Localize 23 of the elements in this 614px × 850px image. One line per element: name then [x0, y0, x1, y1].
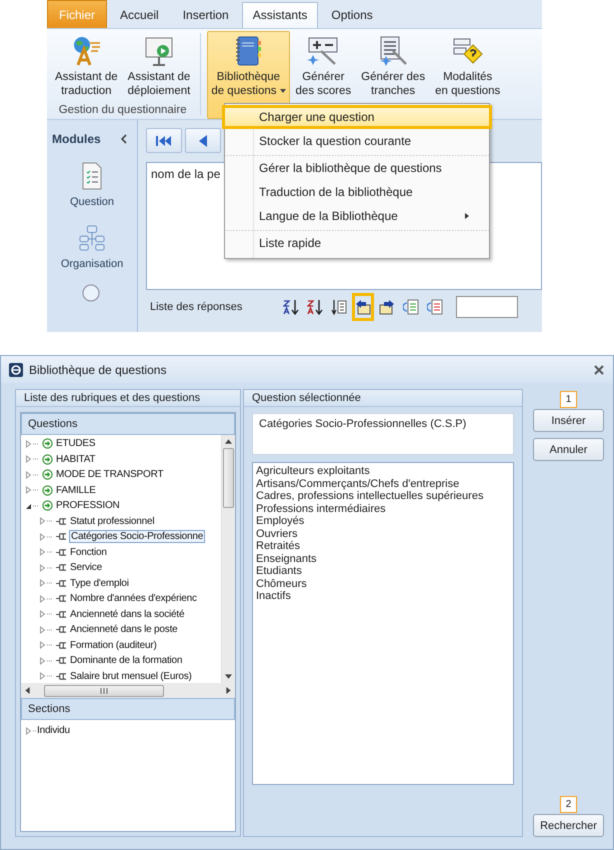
answer-item: Agriculteurs exploitants [256, 465, 371, 478]
callout-number: 2 [560, 796, 577, 813]
question-text: nom de la pe [151, 167, 220, 181]
modules-title: Modules [52, 132, 101, 146]
answers-list-label: Liste des réponses [149, 301, 244, 313]
question-title: Catégories Socio-Professionnelles (C.S.P) [259, 418, 466, 430]
answer-item: Retraités [256, 540, 302, 552]
answer-item: Chômeurs [256, 578, 308, 590]
group-label: Gestion du questionnaire [58, 104, 188, 118]
answer-item: Artisans/Commerçants/Chefs d'entreprise [256, 478, 460, 490]
section-header: Sections [21, 698, 235, 720]
answer-item: Enseignants [256, 552, 318, 565]
answer-item: Ouvriers [256, 528, 299, 540]
dialog-title: Bibliothèque de questions [29, 362, 168, 376]
callout-number: 1 [560, 391, 577, 408]
panel-header: Question sélectionnée [244, 390, 522, 407]
answer-item: Professions intermédiaires [256, 502, 387, 515]
panel-header: Liste des rubriques et des questions [16, 390, 240, 407]
section-header: Questions [21, 413, 235, 435]
answer-item: Etudiants [256, 565, 303, 578]
answer-item: Inactifs [256, 590, 292, 602]
answer-item: Employés [256, 515, 306, 528]
answer-item: Cadres, professions intellectuelles supérieures [256, 490, 484, 502]
